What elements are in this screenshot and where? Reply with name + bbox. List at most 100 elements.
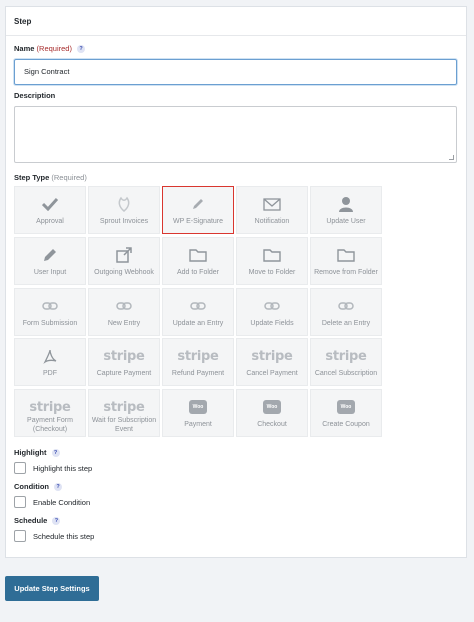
required-marker: (Required) xyxy=(51,173,87,182)
step-type-tile[interactable]: Update Fields xyxy=(236,288,308,336)
step-type-tile[interactable]: Form Submission xyxy=(14,288,86,336)
resize-handle[interactable] xyxy=(449,155,454,160)
step-type-label-text: Capture Payment xyxy=(96,370,152,377)
help-icon[interactable]: ? xyxy=(54,483,63,491)
stripe-logo-text: stripe xyxy=(177,348,219,364)
step-type-tile[interactable]: Woo Checkout xyxy=(236,389,308,437)
step-type-label-text: Sprout Invoices xyxy=(99,218,149,225)
step-type-label-text: Cancel Subscription xyxy=(314,370,378,377)
step-type-label-text: Remove from Folder xyxy=(314,269,378,276)
condition-label: Condition ? xyxy=(14,482,63,491)
folder-icon xyxy=(163,246,233,264)
stripe-logo-text: stripe xyxy=(29,399,71,415)
stripe-logo-text: stripe xyxy=(103,399,145,415)
panel-title: Step xyxy=(6,7,466,36)
external-link-icon xyxy=(89,246,159,264)
folder-icon xyxy=(237,246,307,264)
highlight-label: Highlight ? xyxy=(14,448,60,457)
step-type-tile[interactable]: PDF xyxy=(14,338,86,386)
step-type-label-text: User Input xyxy=(33,269,67,276)
step-type-tile[interactable]: WP E-Signature xyxy=(162,186,234,234)
stripe-logo: stripe xyxy=(237,347,307,365)
schedule-checkbox[interactable] xyxy=(14,530,26,542)
step-type-tile[interactable]: User Input xyxy=(14,237,86,285)
schedule-label: Schedule ? xyxy=(14,516,61,525)
step-type-tile[interactable]: Woo Create Coupon xyxy=(310,389,382,437)
step-type-tile[interactable]: stripe Cancel Subscription xyxy=(310,338,382,386)
stripe-logo: stripe xyxy=(89,398,159,416)
help-icon[interactable]: ? xyxy=(51,449,60,457)
step-type-label-text: New Entry xyxy=(107,320,141,327)
stripe-logo-text: stripe xyxy=(103,348,145,364)
step-type-tile[interactable]: stripe Capture Payment xyxy=(88,338,160,386)
step-type-label-text: Move to Folder xyxy=(248,269,296,276)
step-type-label-text: Create Coupon xyxy=(322,421,370,428)
name-label: Name (Required) ? xyxy=(14,44,86,53)
name-input[interactable]: Sign Contract xyxy=(14,59,457,85)
link-icon xyxy=(15,297,85,315)
highlight-checkbox[interactable] xyxy=(14,462,26,474)
link-icon xyxy=(311,297,381,315)
envelope-icon xyxy=(237,195,307,213)
step-type-tile[interactable]: New Entry xyxy=(88,288,160,336)
link-icon xyxy=(89,297,159,315)
update-step-settings-button[interactable]: Update Step Settings xyxy=(5,576,99,601)
help-icon[interactable]: ? xyxy=(52,517,61,525)
step-type-label-text: Update User xyxy=(326,218,366,225)
sprout-icon xyxy=(89,195,159,213)
step-type-tile[interactable]: Notification xyxy=(236,186,308,234)
woo-logo: Woo xyxy=(237,398,307,416)
link-icon xyxy=(163,297,233,315)
stripe-logo-text: stripe xyxy=(325,348,367,364)
step-type-label-text: Outgoing Webhook xyxy=(94,269,154,276)
check-icon xyxy=(15,195,85,213)
woo-logo-text: Woo xyxy=(189,400,207,414)
step-type-tile[interactable]: Delete an Entry xyxy=(310,288,382,336)
step-type-label-text: Update an Entry xyxy=(172,320,224,327)
step-type-label-text: Delete an Entry xyxy=(321,320,371,327)
stripe-logo-text: stripe xyxy=(251,348,293,364)
step-type-label-text: Cancel Payment xyxy=(246,370,298,377)
step-type-tile[interactable]: Move to Folder xyxy=(236,237,308,285)
pen-icon xyxy=(163,195,233,213)
required-marker: (Required) xyxy=(36,44,72,53)
step-type-tile[interactable]: Approval xyxy=(14,186,86,234)
step-type-label-text: Wait for Subscription Event xyxy=(91,417,157,433)
folder-icon xyxy=(311,246,381,264)
step-type-tile[interactable]: stripe Wait for Subscription Event xyxy=(88,389,160,437)
user-icon xyxy=(311,195,381,213)
step-type-tile[interactable]: Update an Entry xyxy=(162,288,234,336)
step-type-tile[interactable]: stripe Refund Payment xyxy=(162,338,234,386)
step-type-label-text: Add to Folder xyxy=(176,269,220,276)
condition-checkbox[interactable] xyxy=(14,496,26,508)
stripe-logo: stripe xyxy=(89,347,159,365)
link-icon xyxy=(237,297,307,315)
step-type-tile[interactable]: Woo Payment xyxy=(162,389,234,437)
stripe-logo: stripe xyxy=(311,347,381,365)
woo-logo: Woo xyxy=(163,398,233,416)
step-type-label: Step Type (Required) xyxy=(14,173,87,182)
step-type-label-text: Notification xyxy=(254,218,290,225)
woo-logo-text: Woo xyxy=(263,400,281,414)
step-type-tile[interactable]: Update User xyxy=(310,186,382,234)
condition-option-label[interactable]: Enable Condition xyxy=(33,498,90,507)
schedule-option-label[interactable]: Schedule this step xyxy=(33,532,94,541)
pdf-icon xyxy=(15,347,85,365)
description-textarea[interactable] xyxy=(14,106,457,163)
woo-logo: Woo xyxy=(311,398,381,416)
step-type-label-text: PDF xyxy=(43,370,57,377)
step-type-tile[interactable]: Sprout Invoices xyxy=(88,186,160,234)
step-type-tile[interactable]: Outgoing Webhook xyxy=(88,237,160,285)
step-type-tile[interactable]: stripe Payment Form (Checkout) xyxy=(14,389,86,437)
step-type-tile[interactable]: Remove from Folder xyxy=(310,237,382,285)
highlight-option-label[interactable]: Highlight this step xyxy=(33,464,92,473)
pencil-icon xyxy=(15,246,85,264)
step-type-label-text: WP E-Signature xyxy=(172,218,224,225)
stripe-logo: stripe xyxy=(15,398,85,416)
step-type-tile[interactable]: Add to Folder xyxy=(162,237,234,285)
woo-logo-text: Woo xyxy=(337,400,355,414)
step-type-label-text: Payment Form (Checkout) xyxy=(27,417,73,433)
step-type-label-text: Update Fields xyxy=(250,320,294,327)
help-icon[interactable]: ? xyxy=(77,45,86,53)
step-type-tile[interactable]: stripe Cancel Payment xyxy=(236,338,308,386)
